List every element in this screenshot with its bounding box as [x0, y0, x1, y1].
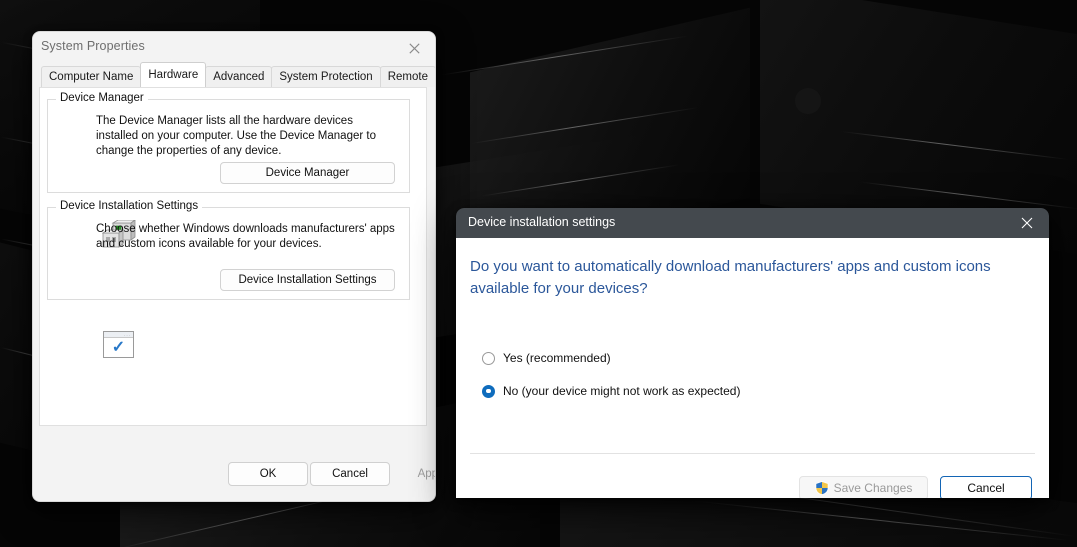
close-icon[interactable]: [393, 32, 435, 64]
radio-label-no: No (your device might not work as expect…: [503, 384, 741, 398]
system-properties-titlebar[interactable]: System Properties: [33, 32, 435, 64]
device-manager-group-title: Device Manager: [56, 92, 148, 104]
dialog-cancel-button[interactable]: Cancel: [940, 476, 1032, 498]
dialog-heading: Do you want to automatically download ma…: [470, 258, 991, 297]
device-manager-button[interactable]: Device Manager: [220, 162, 395, 184]
footer-separator: [470, 453, 1035, 454]
tab-hardware[interactable]: Hardware: [140, 62, 207, 87]
device-installation-settings-dialog[interactable]: Device installation settings Do you want…: [456, 208, 1049, 498]
uac-shield-icon: [815, 481, 829, 495]
cancel-button[interactable]: Cancel: [310, 462, 390, 486]
radio-indicator-checked[interactable]: [482, 384, 495, 398]
dialog-body: Do you want to automatically download ma…: [456, 238, 1049, 498]
radio-option-no[interactable]: No (your device might not work as expect…: [482, 384, 740, 398]
window-title: System Properties: [41, 39, 145, 53]
dialog-title: Device installation settings: [468, 215, 616, 229]
device-installation-settings-button[interactable]: Device Installation Settings: [220, 269, 395, 291]
device-manager-groupbox: Device Manager The Device Manager lists …: [47, 92, 410, 193]
apply-button: Apply: [417, 468, 435, 480]
checkmark-icon: ✓: [111, 339, 126, 356]
dialog-titlebar[interactable]: Device installation settings: [456, 208, 1049, 238]
tab-advanced[interactable]: Advanced: [205, 66, 273, 87]
radio-option-yes[interactable]: Yes (recommended): [482, 351, 611, 365]
close-icon[interactable]: [1005, 208, 1049, 238]
system-properties-window[interactable]: System Properties Computer Name Hardware…: [32, 31, 436, 502]
ok-button[interactable]: OK: [228, 462, 308, 486]
settings-window-check-icon: ··· ✓: [103, 331, 134, 358]
save-changes-button: Save Changes: [799, 476, 928, 498]
save-changes-label: Save Changes: [833, 481, 913, 495]
wallpaper-sphere: [795, 88, 821, 114]
tab-computer-name[interactable]: Computer Name: [41, 66, 142, 87]
device-manager-description: The Device Manager lists all the hardwar…: [96, 115, 376, 157]
tab-system-protection[interactable]: System Protection: [271, 66, 381, 87]
device-installation-description: Choose whether Windows downloads manufac…: [96, 223, 395, 250]
hardware-tab-panel: Device Manager The Device Manager lists …: [39, 87, 427, 426]
device-installation-groupbox: Device Installation Settings Choose whet…: [47, 200, 410, 300]
tab-remote[interactable]: Remote: [379, 66, 435, 87]
radio-indicator-unchecked[interactable]: [482, 351, 495, 365]
system-properties-footer: OK Cancel Apply: [33, 429, 435, 501]
tab-bar[interactable]: Computer Name Hardware Advanced System P…: [33, 62, 435, 87]
device-installation-group-title: Device Installation Settings: [56, 200, 203, 212]
radio-label-yes: Yes (recommended): [503, 351, 611, 365]
